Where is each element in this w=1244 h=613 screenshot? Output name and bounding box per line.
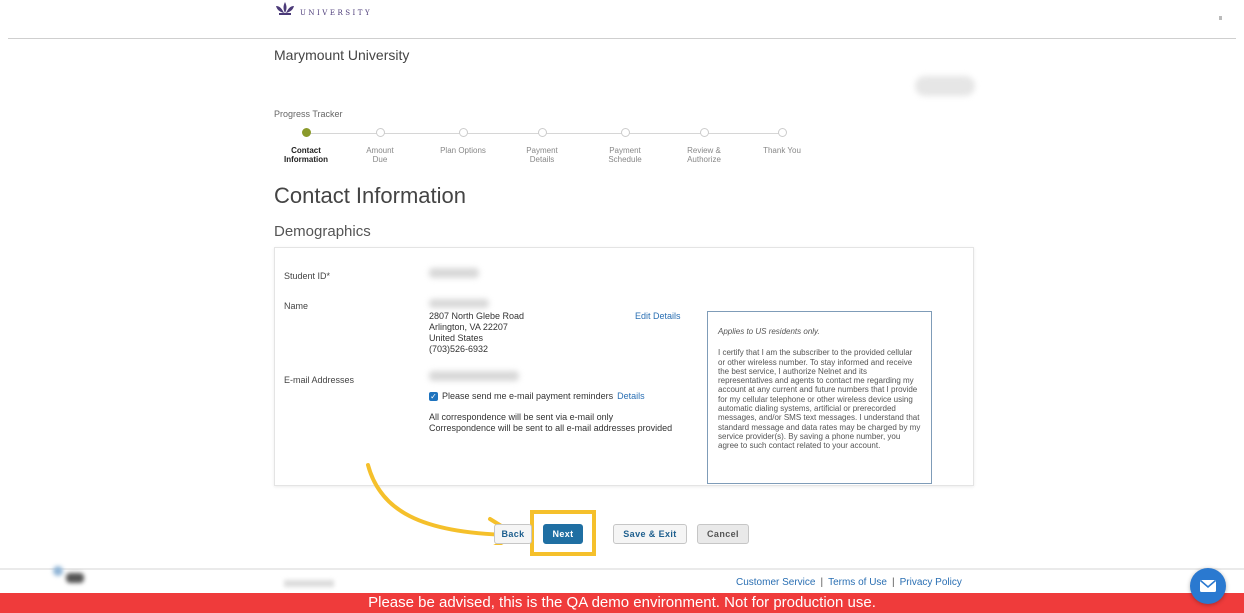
progress-step-dot — [620, 128, 630, 137]
redacted-user-info — [915, 76, 975, 96]
top-strip: UNIVERSITY — [0, 0, 1244, 40]
consent-body: I certify that I am the subscriber to th… — [718, 348, 921, 451]
progress-step-dot — [537, 128, 547, 137]
save-exit-button[interactable]: Save & Exit — [613, 524, 687, 544]
progress-step: Payment Details — [497, 128, 587, 164]
progress-step-label: Plan Options — [440, 146, 486, 155]
chat-button[interactable] — [1190, 568, 1226, 604]
details-link[interactable]: Details — [617, 391, 645, 401]
edit-details-link[interactable]: Edit Details — [635, 311, 681, 321]
qa-environment-banner: Please be advised, this is the QA demo e… — [0, 593, 1244, 613]
reminder-label: Please send me e-mail payment reminders — [442, 391, 614, 401]
correspondence-line-1: All correspondence will be sent via e-ma… — [429, 412, 614, 422]
progress-step-dot — [301, 128, 311, 137]
progress-step-label: Amount Due — [366, 146, 394, 164]
progress-tracker-label: Progress Tracker — [274, 109, 343, 119]
student-id-label: Student ID* — [284, 271, 331, 281]
customer-service-link[interactable]: Customer Service — [736, 577, 815, 588]
address-block: 2807 North Glebe Road Arlington, VA 2220… — [429, 311, 524, 355]
correspondence-note: All correspondence will be sent via e-ma… — [429, 412, 672, 434]
redacted-email — [429, 371, 519, 381]
progress-step: Thank You — [737, 128, 827, 155]
corner-mark — [1219, 16, 1222, 20]
redacted-student-id — [429, 268, 479, 278]
logo-subtext: UNIVERSITY — [300, 9, 373, 17]
progress-step: Amount Due — [335, 128, 425, 164]
reminder-row: ✓ Please send me e-mail payment reminder… — [429, 391, 645, 401]
progress-step-label: Payment Schedule — [608, 146, 642, 164]
footer-links: Customer Service | Terms of Use | Privacy Po… — [736, 577, 962, 588]
demographics-panel: Student ID* Name 2807 North Glebe Road A… — [274, 247, 974, 486]
correspondence-line-2: Correspondence will be sent to all e-mai… — [429, 423, 673, 433]
progress-step-dot — [777, 128, 787, 137]
email-label: E-mail Addresses — [284, 375, 355, 385]
footer-divider — [0, 568, 1244, 570]
progress-step-dot — [375, 128, 385, 137]
footer-separator: | — [820, 577, 824, 588]
terms-link[interactable]: Terms of Use — [828, 577, 887, 588]
progress-step: Review & Authorize — [659, 128, 749, 164]
redacted-footer-text — [284, 580, 334, 587]
consent-box: Applies to US residents only. I certify … — [707, 311, 932, 484]
address-line-3: United States — [429, 333, 484, 343]
section-title: Demographics — [274, 223, 371, 240]
cancel-button[interactable]: Cancel — [697, 524, 749, 544]
page-title: Contact Information — [274, 183, 466, 208]
progress-step: Payment Schedule — [580, 128, 670, 164]
redacted-name — [429, 299, 489, 308]
back-button[interactable]: Back — [494, 524, 532, 544]
chat-mail-icon — [1199, 579, 1217, 592]
footer-separator: | — [891, 577, 895, 588]
address-line-2: Arlington, VA 22207 — [429, 322, 508, 332]
progress-step-label: Thank You — [763, 146, 801, 155]
progress-step-dot — [699, 128, 709, 137]
privacy-link[interactable]: Privacy Policy — [900, 577, 962, 588]
progress-step-dot — [458, 128, 468, 137]
fleur-de-lis-icon — [276, 2, 294, 15]
name-label: Name — [284, 301, 309, 311]
next-button[interactable]: Next — [543, 524, 583, 544]
consent-title: Applies to US residents only. — [718, 327, 820, 336]
reminder-checkbox[interactable]: ✓ — [429, 391, 438, 401]
progress-step-label: Review & Authorize — [687, 146, 721, 164]
address-line-1: 2807 North Glebe Road — [429, 311, 525, 321]
university-title: Marymount University — [274, 47, 410, 63]
phone-number: (703)526-6932 — [429, 344, 489, 354]
progress-step-label: Payment Details — [526, 146, 558, 164]
avatar — [53, 566, 84, 583]
progress-step: Plan Options — [418, 128, 508, 155]
header-divider — [8, 38, 1236, 39]
